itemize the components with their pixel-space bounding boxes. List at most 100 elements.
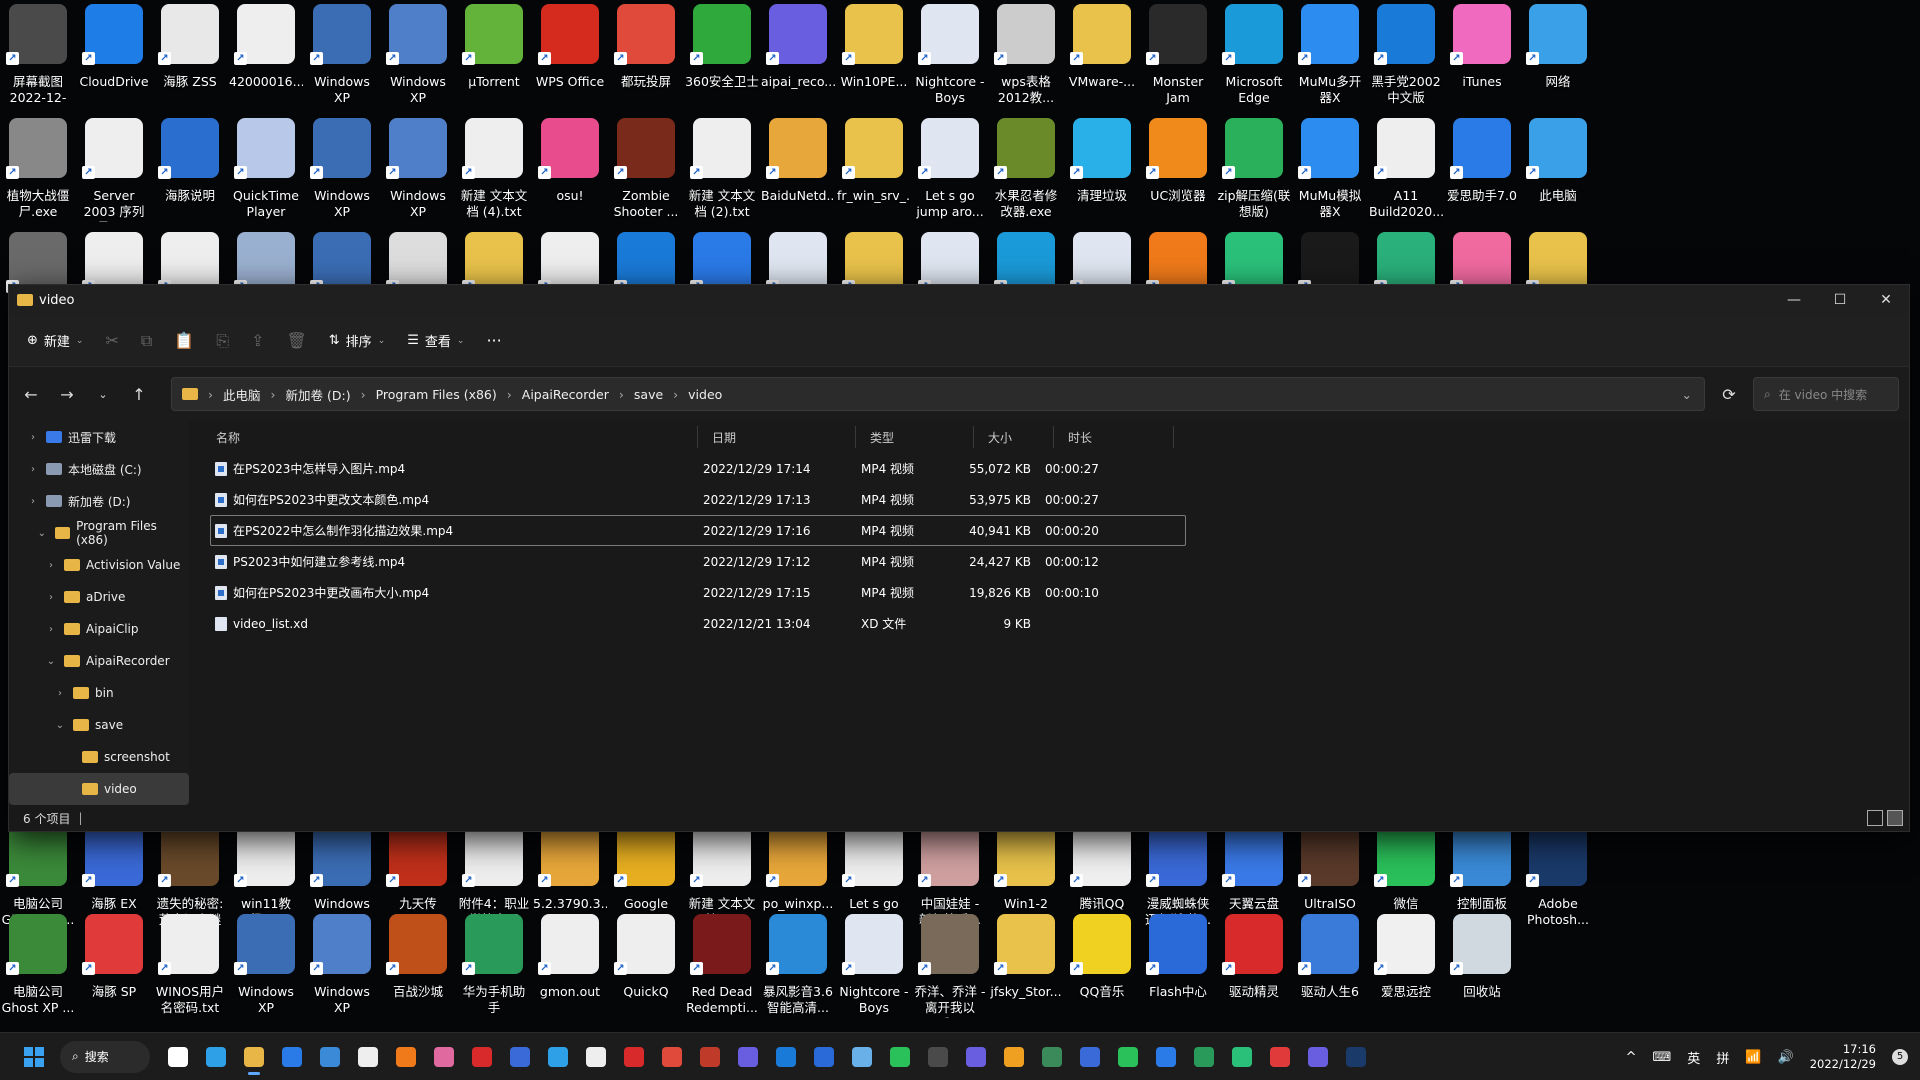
taskbar-app[interactable] [958, 1039, 994, 1075]
desktop-icon[interactable]: ↗ 新建 文本文档 (4).txt [456, 114, 532, 228]
back-button[interactable]: ← [19, 385, 43, 404]
notification-badge[interactable]: 5 [1892, 1049, 1908, 1065]
desktop-icon[interactable]: ↗ Adobe Photosh... [1520, 822, 1596, 936]
chevron-down-icon[interactable]: ⌄ [53, 720, 67, 731]
taskbar-app[interactable] [1072, 1039, 1108, 1075]
desktop-icon[interactable]: ↗ 乔洋、乔洋 - 离开我以后... [912, 910, 988, 1024]
taskbar-app[interactable] [920, 1039, 956, 1075]
paste-icon[interactable]: 📋 [174, 331, 194, 350]
desktop-icon[interactable]: ↗ 都玩投屏 [608, 0, 684, 114]
file-row[interactable]: 如何在PS2023中更改画布大小.mp4 2022/12/29 17:15 MP4 … [210, 577, 1186, 608]
start-button[interactable] [16, 1039, 52, 1075]
chevron-right-icon[interactable]: › [26, 464, 40, 475]
address-bar[interactable]: › 此电脑 › 新加卷 (D:) › Program Files (x86) › AipaiR… [171, 377, 1705, 411]
desktop-icon[interactable]: ↗ UC浏览器 [1140, 114, 1216, 228]
breadcrumb-item[interactable]: 新加卷 (D:) [286, 385, 351, 404]
taskbar-app[interactable] [464, 1039, 500, 1075]
desktop-icon[interactable]: ↗ Microsoft Edge [1216, 0, 1292, 114]
desktop-icon[interactable]: ↗ Windows XP Profession... [304, 0, 380, 114]
desktop-icon[interactable]: ↗ osu! [532, 114, 608, 228]
desktop-icon[interactable]: ↗ Windows XP Profession... [228, 910, 304, 1024]
taskbar-app[interactable] [844, 1039, 880, 1075]
recent-button[interactable]: ⌄ [91, 388, 115, 401]
desktop-icon[interactable]: ↗ Nightcore - Boys Boys... [836, 910, 912, 1024]
desktop-icon[interactable]: ↗ 爱思远控 [1368, 910, 1444, 1024]
desktop-icon[interactable]: ↗ Win10PE... [836, 0, 912, 114]
taskbar-app[interactable] [1034, 1039, 1070, 1075]
nav-tree-item[interactable]: › bin [9, 677, 189, 709]
desktop-icon[interactable]: ↗ 电脑公司 Ghost XP ... [0, 910, 76, 1024]
desktop-icon[interactable]: ↗ QuickTime Player [228, 114, 304, 228]
taskbar-app[interactable] [1148, 1039, 1184, 1075]
desktop-icon[interactable]: ↗ Windows XP Profession... [380, 0, 456, 114]
file-row[interactable]: PS2023中如何建立参考线.mp4 2022/12/29 17:12 MP4 视频… [210, 546, 1186, 577]
desktop-icon[interactable]: ↗ A11 Build2020... [1368, 114, 1444, 228]
taskbar-app[interactable] [806, 1039, 842, 1075]
taskbar-app[interactable] [388, 1039, 424, 1075]
close-button[interactable]: ✕ [1863, 285, 1909, 315]
breadcrumb-item[interactable]: video [688, 387, 722, 402]
nav-tree-item[interactable]: ⌄ AipaiRecorder [9, 645, 189, 677]
desktop-icon[interactable]: ↗ Let s go jump aro... [912, 114, 988, 228]
minimize-button[interactable]: — [1771, 285, 1817, 315]
taskbar-app[interactable] [426, 1039, 462, 1075]
file-row[interactable]: 如何在PS2023中更改文本颜色.mp4 2022/12/29 17:13 MP4 … [210, 484, 1186, 515]
taskbar-app[interactable] [882, 1039, 918, 1075]
keyboard-icon[interactable]: ⌨ [1653, 1050, 1672, 1065]
column-duration[interactable]: 时长 [1054, 426, 1174, 448]
taskbar-app[interactable] [198, 1039, 234, 1075]
desktop-icon[interactable]: ↗ 海豚 ZSS [152, 0, 228, 114]
desktop-icon[interactable]: ↗ QQ音乐 [1064, 910, 1140, 1024]
desktop-icon[interactable]: ↗ jfsky_Stor... [988, 910, 1064, 1024]
desktop-icon[interactable]: ↗ 360安全卫士 [684, 0, 760, 114]
column-type[interactable]: 类型 [856, 426, 974, 448]
refresh-button[interactable]: ⟳ [1717, 385, 1741, 404]
nav-tree-item[interactable]: video [9, 773, 189, 805]
address-dropdown-icon[interactable]: ⌄ [1682, 387, 1692, 402]
column-size[interactable]: 大小 [974, 426, 1054, 448]
taskbar-app[interactable] [1224, 1039, 1260, 1075]
file-row[interactable]: 在PS2023中怎样导入图片.mp4 2022/12/29 17:14 MP4 视频… [210, 453, 1186, 484]
more-button[interactable]: ··· [486, 331, 501, 350]
desktop-icon[interactable]: ↗ 驱动精灵 [1216, 910, 1292, 1024]
search-box[interactable]: ⌕ 在 video 中搜索 [1753, 377, 1899, 411]
taskbar-app[interactable] [1110, 1039, 1146, 1075]
nav-tree-item[interactable]: › AipaiClip [9, 613, 189, 645]
nav-tree-item[interactable]: › Activision Value [9, 549, 189, 581]
desktop-icon[interactable]: ↗ CloudDrive [76, 0, 152, 114]
taskbar-app[interactable] [654, 1039, 690, 1075]
nav-tree-item[interactable]: ⌄ Program Files (x86) [9, 517, 189, 549]
taskbar-app[interactable] [692, 1039, 728, 1075]
desktop-icon[interactable]: ↗ Windows XP Profession... [304, 114, 380, 228]
desktop-icon[interactable]: ↗ MuMu多开器X [1292, 0, 1368, 114]
desktop-icon[interactable]: ↗ 清理垃圾 [1064, 114, 1140, 228]
taskbar-app[interactable] [1338, 1039, 1374, 1075]
taskbar-app[interactable] [312, 1039, 348, 1075]
taskbar-app[interactable] [502, 1039, 538, 1075]
desktop-icon[interactable]: ↗ 华为手机助手 [456, 910, 532, 1024]
breadcrumb-item[interactable]: 此电脑 [223, 385, 261, 404]
nav-tree-item[interactable]: ⌄ save [9, 709, 189, 741]
new-button[interactable]: ⊕ 新建 ⌄ [27, 331, 83, 350]
wifi-icon[interactable]: 📶 [1745, 1050, 1761, 1065]
details-view-button[interactable] [1867, 810, 1883, 826]
desktop-icon[interactable]: ↗ QuickQ [608, 910, 684, 1024]
nav-tree-item[interactable]: › 迅雷下载 [9, 421, 189, 453]
desktop-icon[interactable]: ↗ VMware-... [1064, 0, 1140, 114]
desktop-icon[interactable]: ↗ 驱动人生6 [1292, 910, 1368, 1024]
clock[interactable]: 17:16 2022/12/29 [1810, 1042, 1876, 1072]
taskbar-app[interactable] [274, 1039, 310, 1075]
desktop-icon[interactable]: ↗ 黑手党2002中文版 [1368, 0, 1444, 114]
taskbar-app[interactable] [578, 1039, 614, 1075]
chevron-down-icon[interactable]: ⌄ [35, 528, 49, 539]
taskbar-app[interactable] [768, 1039, 804, 1075]
taskbar-app[interactable] [1300, 1039, 1336, 1075]
desktop-icon[interactable]: ↗ MuMu模拟器X [1292, 114, 1368, 228]
taskbar-app[interactable] [616, 1039, 652, 1075]
desktop-icon[interactable]: ↗ aipai_reco... [760, 0, 836, 114]
nav-tree-item[interactable]: › aDrive [9, 581, 189, 613]
desktop-icon[interactable]: ↗ 海豚说明 [152, 114, 228, 228]
desktop-icon[interactable]: ↗ 暴风影音3.6智能高清... [760, 910, 836, 1024]
chevron-down-icon[interactable]: ⌄ [44, 656, 58, 667]
desktop-icon[interactable]: ↗ 屏幕截图 2022-12-2... [0, 0, 76, 114]
